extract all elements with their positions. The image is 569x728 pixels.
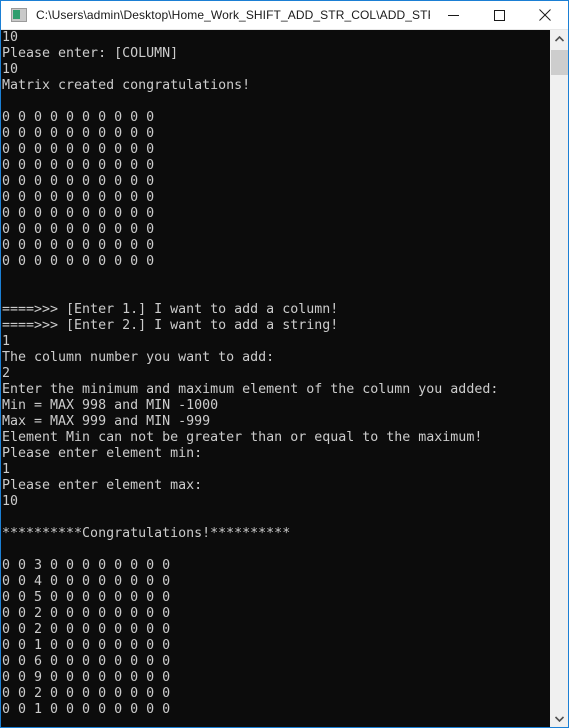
- console-line: 0 0 0 0 0 0 0 0 0 0: [2, 174, 155, 189]
- console-line: Element Min can not be greater than or e…: [2, 430, 483, 445]
- console-line: 0 0 1 0 0 0 0 0 0 0 0: [2, 702, 171, 717]
- console-line: Min = MAX 998 and MIN -1000: [2, 398, 219, 413]
- console-line: ====>>> [Enter 2.] I want to add a strin…: [2, 318, 339, 333]
- title-bar[interactable]: C:\Users\admin\Desktop\Home_Work_SHIFT_A…: [1, 1, 568, 30]
- console-line: **********Congratulations!**********: [2, 526, 291, 541]
- console-line: 0 0 0 0 0 0 0 0 0 0: [2, 238, 155, 253]
- close-button[interactable]: [522, 1, 568, 29]
- console-line: Please enter element max:: [2, 478, 203, 493]
- scrollbar-track[interactable]: [551, 47, 568, 710]
- console-line: 0 0 0 0 0 0 0 0 0 0: [2, 222, 155, 237]
- console-line: 2: [2, 366, 11, 381]
- chevron-up-icon[interactable]: [551, 30, 568, 47]
- console-line: 0 0 2 0 0 0 0 0 0 0 0: [2, 686, 171, 701]
- console-line: 0 0 3 0 0 0 0 0 0 0 0: [2, 558, 171, 573]
- console-line: Please enter element min:: [2, 446, 203, 461]
- chevron-down-icon[interactable]: [551, 710, 568, 727]
- console-line: 1: [2, 462, 11, 477]
- console-line: 0 0 2 0 0 0 0 0 0 0 0: [2, 622, 171, 637]
- window-body: 10 Please enter: [COLUMN] 10 Matrix created…: [1, 30, 568, 727]
- console-line: 10: [2, 494, 19, 509]
- console-line: 0 0 0 0 0 0 0 0 0 0: [2, 142, 155, 157]
- maximize-button[interactable]: [476, 1, 522, 29]
- console-output[interactable]: 10 Please enter: [COLUMN] 10 Matrix created…: [1, 30, 550, 727]
- console-line: 0 0 0 0 0 0 0 0 0 0: [2, 110, 155, 125]
- console-line: 0 0 0 0 0 0 0 0 0 0: [2, 190, 155, 205]
- console-window: C:\Users\admin\Desktop\Home_Work_SHIFT_A…: [0, 0, 569, 728]
- console-line: 0 0 2 0 0 0 0 0 0 0 0: [2, 606, 171, 621]
- console-line: 0 0 5 0 0 0 0 0 0 0 0: [2, 590, 171, 605]
- console-line: 0 0 0 0 0 0 0 0 0 0: [2, 254, 155, 269]
- console-line: 0 0 0 0 0 0 0 0 0 0: [2, 126, 155, 141]
- minimize-button[interactable]: [430, 1, 476, 29]
- console-line: The column number you want to add:: [2, 350, 275, 365]
- vertical-scrollbar[interactable]: [550, 30, 568, 727]
- console-line: Enter the minimum and maximum element of…: [2, 382, 499, 397]
- console-line: 10: [2, 30, 19, 45]
- console-line: ====>>> [Enter 1.] I want to add a colum…: [2, 302, 339, 317]
- console-line: 0 0 6 0 0 0 0 0 0 0 0: [2, 654, 171, 669]
- console-line: Max = MAX 999 and MIN -999: [2, 414, 211, 429]
- console-line: 0 0 9 0 0 0 0 0 0 0 0: [2, 670, 171, 685]
- console-line: 1: [2, 334, 11, 349]
- console-line: 0 0 1 0 0 0 0 0 0 0 0: [2, 638, 171, 653]
- console-line: 0 0 4 0 0 0 0 0 0 0 0: [2, 574, 171, 589]
- console-window-icon: [10, 7, 28, 23]
- console-line: 10: [2, 62, 19, 77]
- console-line: Please enter: [COLUMN]: [2, 46, 179, 61]
- console-line: Matrix created congratulations!: [2, 78, 251, 93]
- scrollbar-thumb[interactable]: [551, 50, 568, 75]
- window-title: C:\Users\admin\Desktop\Home_Work_SHIFT_A…: [36, 8, 430, 22]
- console-line: 0 0 0 0 0 0 0 0 0 0: [2, 158, 155, 173]
- console-line: 0 0 0 0 0 0 0 0 0 0: [2, 206, 155, 221]
